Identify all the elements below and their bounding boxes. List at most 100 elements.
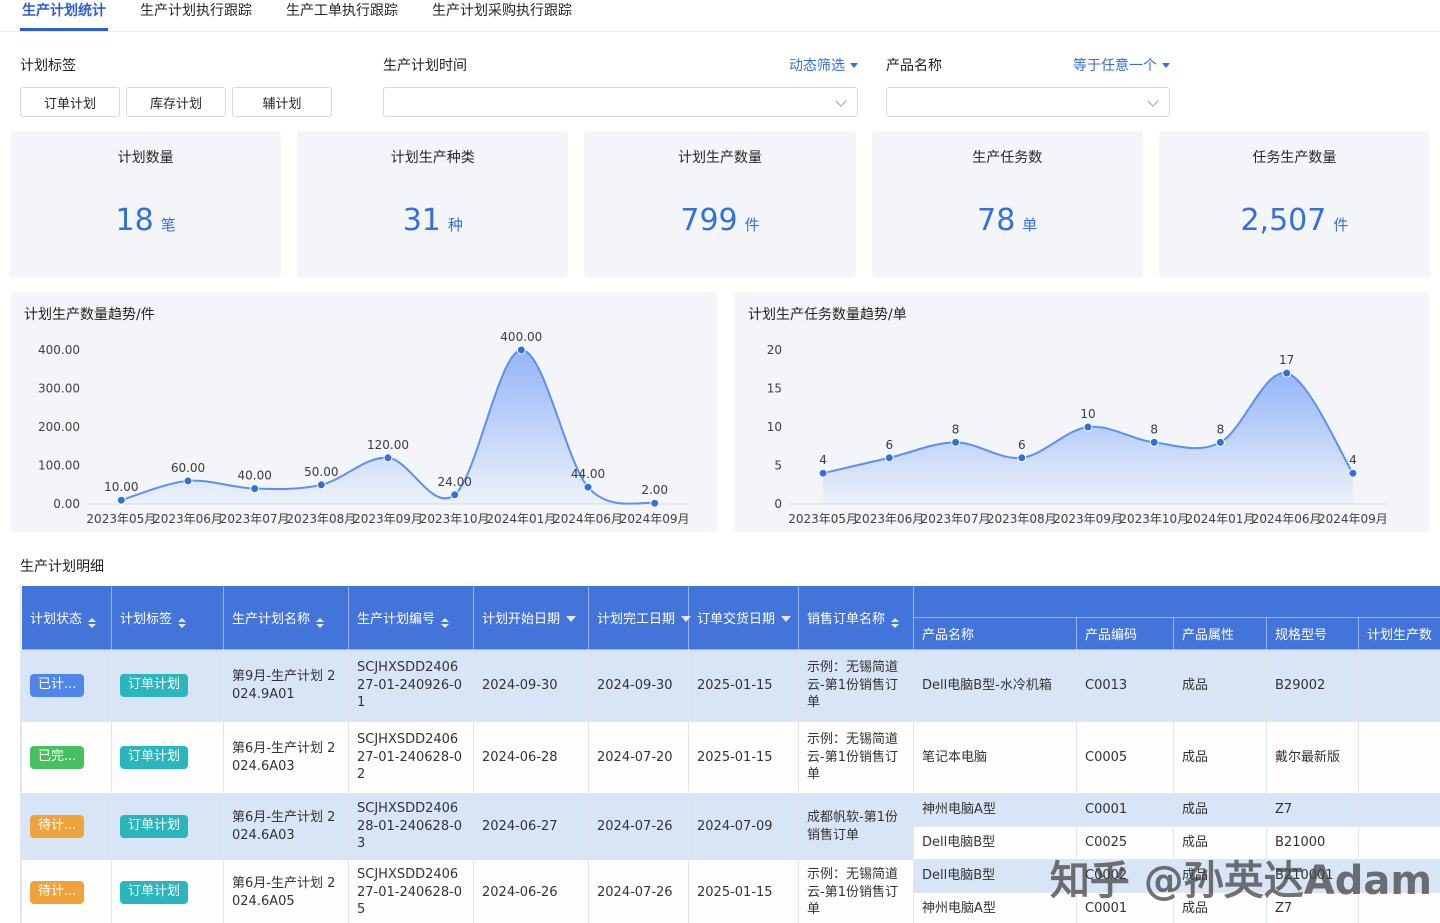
svg-text:15: 15 [767,382,782,396]
column-label: 订单交货日期 [697,612,776,627]
plan-time-label: 生产计划时间 [383,58,467,74]
plan-tag-button-2[interactable]: 库存计划 [126,87,226,117]
plan-time-select[interactable] [383,87,858,117]
tab-3[interactable]: 生产工单执行跟踪 [284,0,400,31]
column-header-8[interactable]: 销售订单名称 [798,585,914,650]
column-header-7[interactable]: 订单交货日期 [688,585,799,650]
cell-name: 第6月-生产计划 2024.6A03 [223,793,349,860]
column-label: 计划状态 [30,611,83,627]
cell-status: 已完... [21,721,112,794]
column-header-11: 产品属性 [1173,617,1267,650]
tab-4[interactable]: 生产计划采购执行跟踪 [430,0,574,31]
table-row: 已计... 订单计划 第9月-生产计划 2024.9A01 SCJHXSDD24062… [21,649,1440,722]
cell-name: 第6月-生产计划 2024.6A05 [223,859,349,923]
cell-name: 第9月-生产计划 2024.9A01 [223,649,349,722]
column-header-2[interactable]: 计划标签 [111,585,224,650]
svg-text:2023年10月: 2023年10月 [1119,512,1189,526]
svg-text:2024年06月: 2024年06月 [1252,512,1322,526]
cell-product-code: C0001 [1076,892,1174,923]
match-any-link[interactable]: 等于任意一个 [1073,55,1170,75]
cell-product-qty [1357,859,1440,893]
column-header-5[interactable]: 计划开始日期 [473,585,589,650]
cell-tag: 订单计划 [111,649,224,722]
cell-sales_order: 示例：无锡简道云-第1份销售订单 [798,649,914,722]
column-header-3[interactable]: 生产计划名称 [223,585,349,650]
column-header-1[interactable]: 计划状态 [21,585,112,650]
plan-tag-button-3[interactable]: 辅计划 [232,87,332,117]
table-wrap: 计划状态 计划标签 生产计划名称 生产计划编号 计划开始日期 计划完工日期 订单交货日期 销售… [20,585,1440,923]
tab-bar: 生产计划统计 生产计划执行跟踪 生产工单执行跟踪 生产计划采购执行跟踪 [0,0,1440,32]
sort-updown-icon[interactable] [316,617,325,628]
caret-down-icon [1162,62,1170,68]
tag-badge: 订单计划 [120,674,189,697]
sort-updown-icon[interactable] [441,617,450,628]
tag-badge: 订单计划 [120,881,189,904]
cell-tag: 订单计划 [111,721,224,794]
svg-text:40.00: 40.00 [238,469,272,483]
cell-product-attr: 成品 [1173,859,1267,893]
svg-text:10: 10 [767,420,782,434]
cell-product-name: 笔记本电脑 [913,721,1077,794]
column-header-6[interactable]: 计划完工日期 [588,585,692,650]
cell-status: 待计... [21,793,112,860]
sort-updown-icon[interactable] [178,617,187,628]
svg-text:200.00: 200.00 [38,420,80,434]
svg-text:2023年05月: 2023年05月 [86,512,156,526]
svg-text:2023年07月: 2023年07月 [921,512,991,526]
task-trend-chart: 0 5 10 15 20 2023年05月2023年06月2023年07月2023年08月… [767,343,1388,526]
production-plan-dashboard: 生产计划统计 生产计划执行跟踪 生产工单执行跟踪 生产计划采购执行跟踪 计划标签 订单… [0,0,1440,923]
stat-title: 计划生产种类 [390,150,475,166]
cell-sales_order: 示例：无锡简道云-第1份销售订单 [798,859,914,923]
cell-start_date: 2024-09-30 [473,649,589,722]
cell-product-code: C0013 [1076,649,1174,722]
tab-1[interactable]: 生产计划统计 [20,0,108,31]
cell-product-name: 神州电脑A型 [913,793,1077,827]
cell-start_date: 2024-06-27 [473,793,589,860]
svg-text:6: 6 [1018,438,1026,452]
column-label: 计划完工日期 [597,612,676,627]
sort-down-icon[interactable] [781,616,792,622]
svg-text:0: 0 [774,497,782,511]
chevron-down-icon [1147,95,1159,107]
sort-updown-icon[interactable] [88,617,97,628]
column-header-4[interactable]: 生产计划编号 [348,585,474,650]
plan-table: 计划状态 计划标签 生产计划名称 生产计划编号 计划开始日期 计划完工日期 订单交货日期 销售… [21,585,1440,923]
svg-text:120.00: 120.00 [367,438,409,452]
svg-text:20: 20 [767,343,782,357]
stat-card-5: 任务生产数量 2,507 件 [1158,131,1431,278]
table-row: 待计... 订单计划 第6月-生产计划 2024.6A03 SCJHXSDD24062… [21,793,1440,860]
cell-code: SCJHXSDD240627-01-240926-01 [348,649,474,722]
cell-delivery_date: 2025-01-15 [688,859,799,923]
svg-text:50.00: 50.00 [304,465,338,479]
sort-updown-icon[interactable] [891,617,900,628]
stat-unit: 单 [1022,216,1038,234]
sort-down-icon[interactable] [681,616,692,622]
plan-tag-button-1[interactable]: 订单计划 [20,87,120,117]
dynamic-filter-link[interactable]: 动态筛选 [789,55,858,75]
cell-product-name: 神州电脑A型 [913,892,1077,923]
svg-text:44.00: 44.00 [571,467,605,481]
cell-product-code: C0001 [1076,793,1174,827]
stat-title: 任务生产数量 [1252,150,1337,166]
cell-product-code: C0002 [1076,859,1174,893]
product-name-select[interactable] [886,87,1170,117]
cell-product-qty [1357,892,1440,923]
product-group-header [912,585,1440,618]
sort-down-icon[interactable] [566,616,577,622]
svg-text:100.00: 100.00 [38,459,80,473]
cell-tag: 订单计划 [111,859,224,923]
chart-title-qty: 计划生产数量趋势/件 [24,307,155,323]
svg-text:2023年09月: 2023年09月 [353,512,423,526]
cell-code: SCJHXSDD240627-01-240628-02 [348,721,474,794]
column-header-9: 产品名称 [913,617,1077,650]
plan-tag-filter: 计划标签 订单计划 库存计划 辅计划 [20,56,360,117]
svg-text:2023年05月: 2023年05月 [788,512,858,526]
cell-product-spec: B21000 [1266,826,1359,860]
svg-text:4: 4 [1349,453,1357,467]
tab-2[interactable]: 生产计划执行跟踪 [138,0,254,31]
cell-product-qty [1357,649,1440,722]
cell-product-attr: 成品 [1173,793,1267,827]
cell-product-name: Dell电脑B型 [913,859,1077,893]
cell-start_date: 2024-06-26 [473,859,589,923]
column-label: 产品名称 [922,628,975,643]
